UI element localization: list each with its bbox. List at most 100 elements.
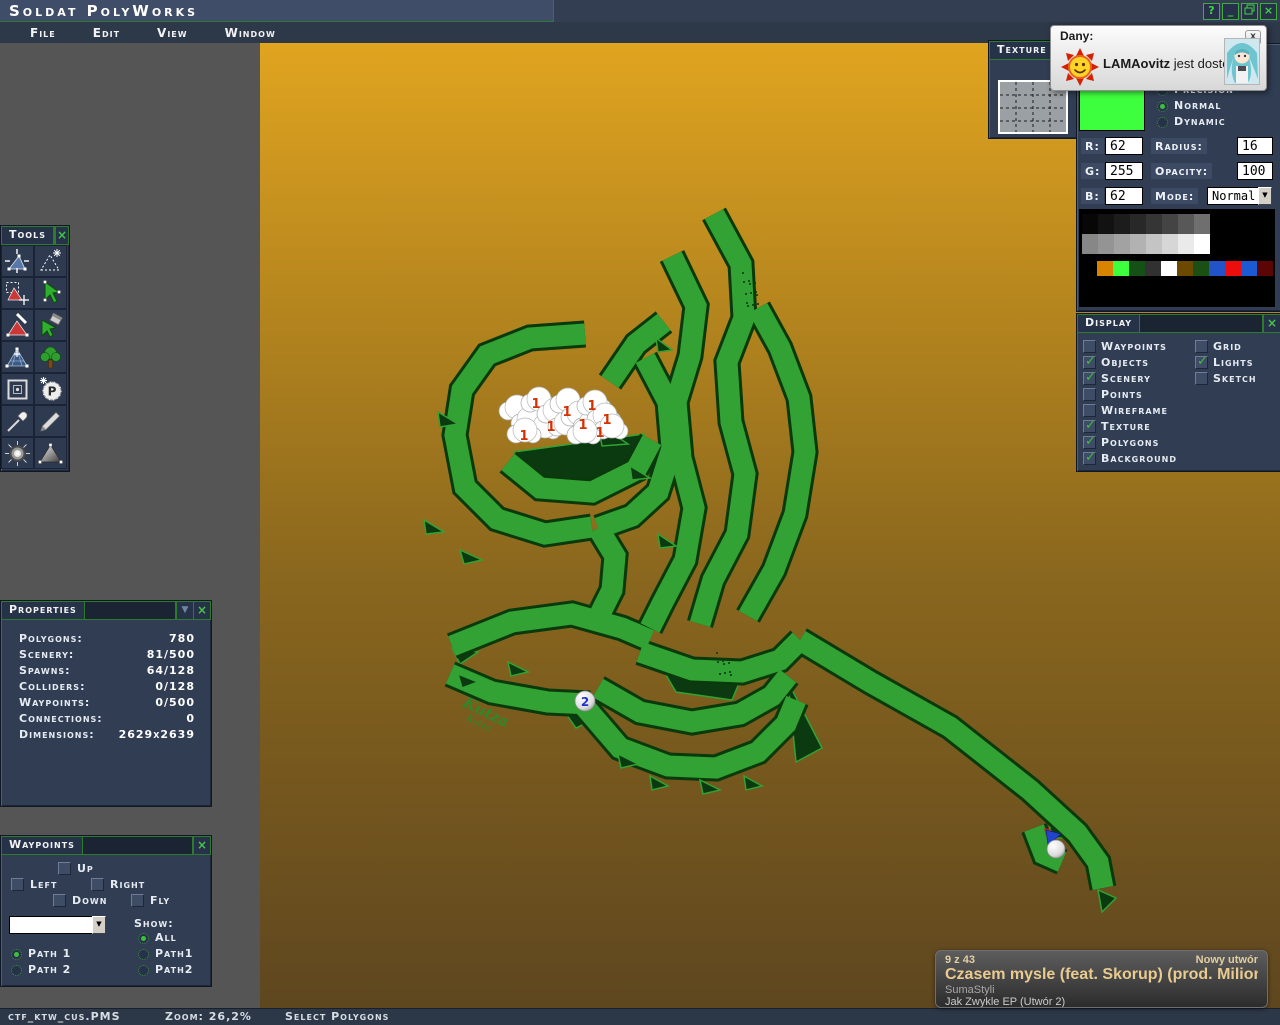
palette-swatch[interactable] <box>1241 261 1257 276</box>
close-button[interactable]: × <box>1260 3 1277 20</box>
palette-swatch[interactable] <box>1098 234 1114 254</box>
palette-swatch[interactable] <box>1114 234 1130 254</box>
status-bar: ctf_ktw_cus.PMS Zoom: 26,2% Select Polyg… <box>0 1008 1280 1025</box>
show-all-radio[interactable] <box>138 933 149 944</box>
palette-swatch[interactable] <box>1129 261 1145 276</box>
g-input[interactable]: 255 <box>1105 162 1143 180</box>
palette-swatch[interactable] <box>1146 214 1162 234</box>
opacity-input[interactable]: 100 <box>1237 162 1273 180</box>
mode-select[interactable]: Normal <box>1207 187 1259 205</box>
display-lights-checkbox[interactable] <box>1195 356 1208 369</box>
show-path2-radio[interactable] <box>138 965 149 976</box>
waypoint-right-checkbox[interactable] <box>91 878 104 891</box>
help-button[interactable]: ? <box>1203 3 1220 20</box>
tool-scenery[interactable] <box>34 341 67 373</box>
notification-popup[interactable]: Dany: x LAMAovitz jest dostępny <box>1050 25 1267 91</box>
palette-swatch[interactable] <box>1145 261 1161 276</box>
show-label: Show: <box>134 917 174 930</box>
display-texture-checkbox[interactable] <box>1083 420 1096 433</box>
tool-transform-polygon[interactable] <box>1 245 34 277</box>
waypoint-fly-label: Fly <box>150 894 170 907</box>
svg-text:1: 1 <box>562 405 571 420</box>
tool-light[interactable] <box>1 437 34 469</box>
menu-edit[interactable]: Edit <box>93 26 120 40</box>
close-icon[interactable]: × <box>55 226 69 245</box>
display-sketch-checkbox[interactable] <box>1195 372 1208 385</box>
palette-swatch[interactable] <box>1209 261 1225 276</box>
display-grid-checkbox[interactable] <box>1195 340 1208 353</box>
r-input[interactable]: 62 <box>1105 137 1143 155</box>
palette-swatch[interactable] <box>1130 214 1146 234</box>
palette-swatch[interactable] <box>1161 261 1177 276</box>
show-path1-radio[interactable] <box>138 949 149 960</box>
palette-swatch[interactable] <box>1162 234 1178 254</box>
tools-grid: P <box>1 245 67 469</box>
palette-swatch[interactable] <box>1097 261 1113 276</box>
close-icon[interactable]: × <box>193 601 211 620</box>
tool-color-picker[interactable] <box>1 405 34 437</box>
waypoint-up-label: Up <box>77 862 94 875</box>
close-icon[interactable]: × <box>193 836 211 855</box>
display-waypoints-checkbox[interactable] <box>1083 340 1096 353</box>
palette-swatch[interactable] <box>1194 214 1210 234</box>
tool-select-polygon[interactable] <box>1 277 34 309</box>
radius-input[interactable]: 16 <box>1237 137 1273 155</box>
palette-swatch[interactable] <box>1257 261 1273 276</box>
palette-swatch[interactable] <box>1193 261 1209 276</box>
waypoint-left-checkbox[interactable] <box>11 878 24 891</box>
display-objects-checkbox[interactable] <box>1083 356 1096 369</box>
waypoint-fly-checkbox[interactable] <box>131 894 144 907</box>
close-icon[interactable]: × <box>1263 314 1280 333</box>
display-wireframe-checkbox[interactable] <box>1083 404 1096 417</box>
track-artist: SumaStyli <box>945 984 1258 996</box>
palette-swatch[interactable] <box>1082 214 1098 234</box>
svg-text:1: 1 <box>546 420 555 435</box>
path1-radio[interactable] <box>11 949 22 960</box>
palette-swatch[interactable] <box>1130 234 1146 254</box>
mode-dynamic-radio[interactable] <box>1157 117 1168 128</box>
tool-object[interactable] <box>1 373 34 405</box>
display-points-checkbox[interactable] <box>1083 388 1096 401</box>
waypoint-up-checkbox[interactable] <box>58 862 71 875</box>
palette-swatch[interactable] <box>1178 234 1194 254</box>
tool-edge-color[interactable] <box>1 309 34 341</box>
mode-normal-radio[interactable] <box>1157 101 1168 112</box>
palette-swatch[interactable] <box>1082 234 1098 254</box>
path2-radio[interactable] <box>11 965 22 976</box>
track-title: Czasem mysle (feat. Skorup) (prod. Milio… <box>945 966 1258 984</box>
palette-swatch[interactable] <box>1225 261 1241 276</box>
display-background-checkbox[interactable] <box>1083 452 1096 465</box>
palette-swatch[interactable] <box>1194 234 1210 254</box>
collapse-icon[interactable]: ▼ <box>176 601 193 620</box>
tool-polygon-fill[interactable] <box>34 309 67 341</box>
menu-file[interactable]: File <box>30 26 56 40</box>
tool-create-polygon[interactable] <box>34 245 67 277</box>
palette-swatch[interactable] <box>1177 261 1193 276</box>
tool-texture-edit[interactable] <box>1 341 34 373</box>
player-toast[interactable]: 9 z 43 Nowy utwór Czasem mysle (feat. Sk… <box>935 950 1268 1008</box>
track-album: Jak Zwykle EP (Utwór 2) <box>945 996 1258 1008</box>
palette-swatch[interactable] <box>1114 214 1130 234</box>
tool-waypoint[interactable]: P <box>34 373 67 405</box>
tool-depth-map[interactable] <box>34 437 67 469</box>
restore-button[interactable] <box>1241 3 1258 20</box>
display-scenery-checkbox[interactable] <box>1083 372 1096 385</box>
b-input[interactable]: 62 <box>1105 187 1143 205</box>
tool-move-selection[interactable] <box>34 277 67 309</box>
menu-view[interactable]: View <box>157 26 188 40</box>
menu-window[interactable]: Window <box>225 26 276 40</box>
minimize-button[interactable]: _ <box>1222 3 1239 20</box>
palette-swatch[interactable] <box>1098 214 1114 234</box>
property-label: Waypoints: <box>19 696 90 709</box>
palette <box>1079 209 1275 307</box>
palette-swatch[interactable] <box>1113 261 1129 276</box>
tool-line[interactable] <box>34 405 67 437</box>
palette-swatch[interactable] <box>1146 234 1162 254</box>
palette-swatch[interactable] <box>1178 214 1194 234</box>
palette-swatch[interactable] <box>1162 214 1178 234</box>
mode-dropdown-button[interactable]: ▼ <box>1258 187 1272 205</box>
waypoint-combo[interactable] <box>9 916 93 934</box>
display-polygons-checkbox[interactable] <box>1083 436 1096 449</box>
waypoint-down-checkbox[interactable] <box>53 894 66 907</box>
waypoint-combo-dropdown-button[interactable]: ▼ <box>92 916 106 934</box>
